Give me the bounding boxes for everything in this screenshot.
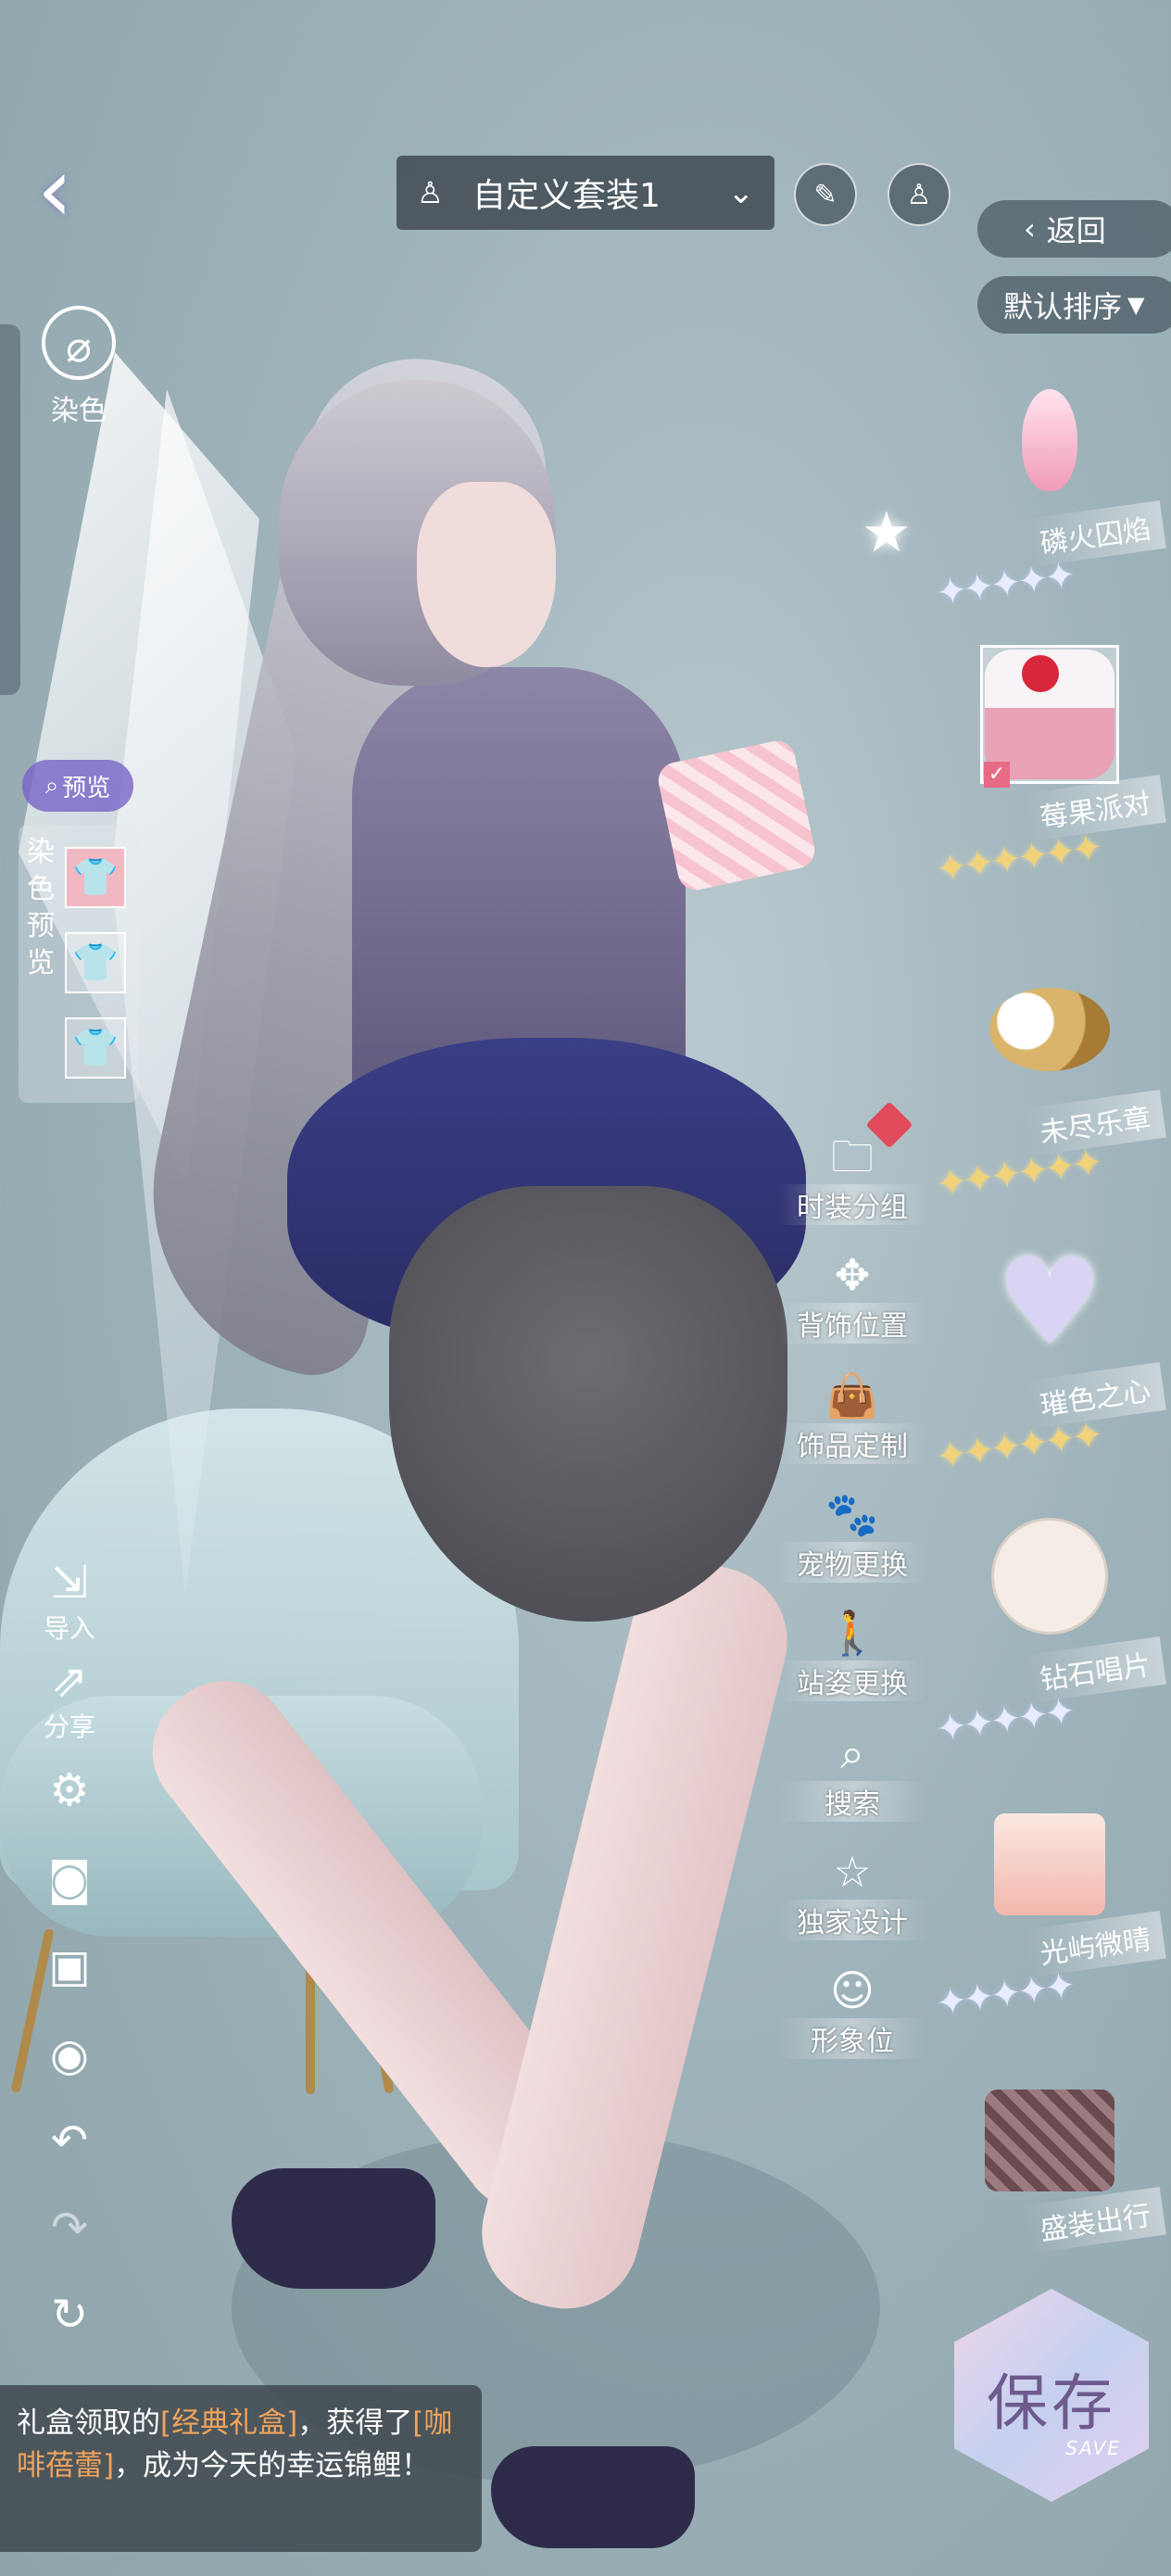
- item-card[interactable]: ♥ 璀色之心 ✦✦✦✦✦✦: [933, 1231, 1171, 1501]
- caret-down-icon: ▼: [1127, 292, 1145, 318]
- lucky-notification: 礼盒领取的[经典礼盒]，获得了[咖啡蓓蕾]，成为今天的幸运锦鲤！: [0, 2385, 482, 2552]
- sort-label: 默认排序: [1003, 289, 1123, 324]
- star-rating: ✦✦✦✦✦✦: [933, 826, 1102, 892]
- star-rating: ✦✦✦✦✦✦: [933, 1141, 1102, 1207]
- dye-preview-label: 染色预览: [27, 836, 55, 979]
- search-icon: ⌕: [840, 1728, 864, 1778]
- bag-icon: 👜: [825, 1370, 879, 1421]
- sort-dropdown[interactable]: 默认排序 ▼: [977, 276, 1171, 334]
- star-rating: ✦✦✦✦✦: [933, 1689, 1076, 1752]
- item-card[interactable]: 磷火囚焰 ✦✦✦✦✦: [933, 371, 1171, 639]
- sparkle-icon: ★: [862, 500, 912, 565]
- menu-label: 宠物更换: [778, 1542, 926, 1583]
- item-image: [980, 960, 1119, 1099]
- import-label: 导入: [43, 1613, 95, 1644]
- menu-label: 独家设计: [778, 1900, 926, 1940]
- character-shoe: [232, 2168, 435, 2289]
- menu-label: 形象位: [778, 2018, 926, 2059]
- item-card[interactable]: 钻石唱片 ✦✦✦✦✦: [933, 1507, 1171, 1775]
- item-image: [980, 1507, 1119, 1646]
- folder-icon: 🗀: [831, 1131, 874, 1181]
- return-button[interactable]: ‹ 返回: [977, 200, 1171, 258]
- preview-toggle[interactable]: ⌕ 预览: [22, 760, 133, 812]
- menu-exclusive-design[interactable]: ☆ 独家设计: [778, 1844, 926, 1940]
- character-fur-skirt: [389, 1186, 787, 1622]
- menu-pet-change[interactable]: 🐾 宠物更换: [778, 1486, 926, 1583]
- share-button[interactable]: ⇗ 分享: [28, 1655, 111, 1744]
- left-edge-handle[interactable]: [0, 324, 20, 695]
- star-rating: ✦✦✦✦✦✦: [933, 1413, 1102, 1480]
- notice-gift: [经典礼盒]: [160, 2406, 298, 2440]
- shirt-slot-1[interactable]: 👕: [65, 847, 126, 908]
- menu-outfit-group[interactable]: 🗀 时装分组: [778, 1129, 926, 1225]
- menu-label: 背饰位置: [778, 1303, 926, 1344]
- share-icon: ⇗: [50, 1655, 89, 1707]
- notice-prefix: 礼盒领取的: [17, 2406, 160, 2440]
- preview-label: 预览: [62, 774, 111, 802]
- redo-icon[interactable]: ↷: [28, 2202, 111, 2254]
- item-image: ♥: [995, 1231, 1104, 1372]
- return-label: 返回: [1046, 213, 1106, 248]
- face-profile-icon: ☺: [830, 1965, 875, 2015]
- undo-icon[interactable]: ↶: [28, 2115, 111, 2166]
- camera-icon[interactable]: ◙: [28, 1853, 111, 1905]
- item-card[interactable]: ✓ 莓果派对 ✦✦✦✦✦✦: [933, 645, 1171, 914]
- palette-icon: ⌀: [42, 306, 116, 380]
- image-icon[interactable]: ▣: [28, 1940, 111, 1992]
- save-label: 保存: [987, 2368, 1116, 2439]
- menu-pose-change[interactable]: 🚶 站姿更换: [778, 1605, 926, 1701]
- chevron-down-icon: ⌄: [727, 174, 755, 211]
- chevron-left-icon: ‹: [1024, 211, 1036, 246]
- menu-back-accessory-position[interactable]: ✥ 背饰位置: [778, 1247, 926, 1344]
- shirt-slot-3[interactable]: 👕: [65, 1017, 126, 1079]
- star-outline-icon: ☆: [833, 1847, 872, 1897]
- menu-label: 时装分组: [778, 1184, 926, 1225]
- eye-icon[interactable]: ◉: [28, 2029, 111, 2081]
- item-card[interactable]: 光屿微晴 ✦✦✦✦✦: [933, 1781, 1171, 2050]
- dress-icon: ♙: [417, 175, 444, 210]
- move-icon: ✥: [834, 1250, 871, 1300]
- item-image: [980, 1781, 1119, 1920]
- item-image: [980, 371, 1119, 510]
- back-arrow-icon[interactable]: ‹: [37, 144, 120, 236]
- dye-label: 染色: [51, 395, 107, 427]
- save-sub-label: SAVE: [1065, 2437, 1121, 2459]
- reset-icon[interactable]: ↻: [28, 2289, 111, 2341]
- character-shoe: [491, 2446, 695, 2548]
- save-button[interactable]: 保存 SAVE: [954, 2289, 1149, 2502]
- star-rating: ✦✦✦✦✦: [933, 553, 1076, 616]
- outfit-selector[interactable]: ♙ 自定义套装1 ⌄: [397, 156, 774, 230]
- menu-label: 饰品定制: [778, 1423, 926, 1464]
- menu-search[interactable]: ⌕ 搜索: [778, 1725, 926, 1822]
- paw-icon: 🐾: [825, 1489, 879, 1539]
- star-rating: ✦✦✦✦✦: [933, 1964, 1076, 2027]
- menu-accessory-customize[interactable]: 👜 饰品定制: [778, 1368, 926, 1464]
- item-name: 盛装出行: [1024, 2186, 1166, 2254]
- pen-icon[interactable]: ✎: [794, 163, 857, 226]
- item-card[interactable]: 盛装出行: [936, 2057, 1171, 2289]
- import-icon: ⇲: [50, 1557, 89, 1609]
- import-button[interactable]: ⇲ 导入: [28, 1557, 111, 1646]
- notice-suffix: ，成为今天的幸运锦鲤！: [114, 2449, 431, 2482]
- menu-image-slot[interactable]: ☺ 形象位: [778, 1963, 926, 2059]
- cake-prop: [655, 737, 818, 894]
- check-icon: ✓: [984, 762, 1010, 788]
- settings-gear-icon[interactable]: ⚙: [28, 1764, 111, 1816]
- character-face: [417, 482, 556, 667]
- dress-outline-icon[interactable]: ♙: [888, 163, 951, 226]
- item-card[interactable]: 未尽乐章 ✦✦✦✦✦✦: [933, 960, 1171, 1229]
- menu-label: 站姿更换: [778, 1661, 926, 1701]
- share-label: 分享: [43, 1711, 95, 1742]
- person-icon: 🚶: [825, 1608, 879, 1658]
- menu-label: 搜索: [778, 1781, 926, 1822]
- item-image: [980, 2057, 1119, 2196]
- eye-search-icon: ⌕: [44, 771, 59, 800]
- dye-button[interactable]: ⌀ 染色: [28, 306, 130, 428]
- notice-middle: ，获得了: [297, 2406, 413, 2440]
- shirt-slot-2[interactable]: 👕: [65, 932, 126, 993]
- outfit-name: 自定义套装1: [472, 177, 661, 215]
